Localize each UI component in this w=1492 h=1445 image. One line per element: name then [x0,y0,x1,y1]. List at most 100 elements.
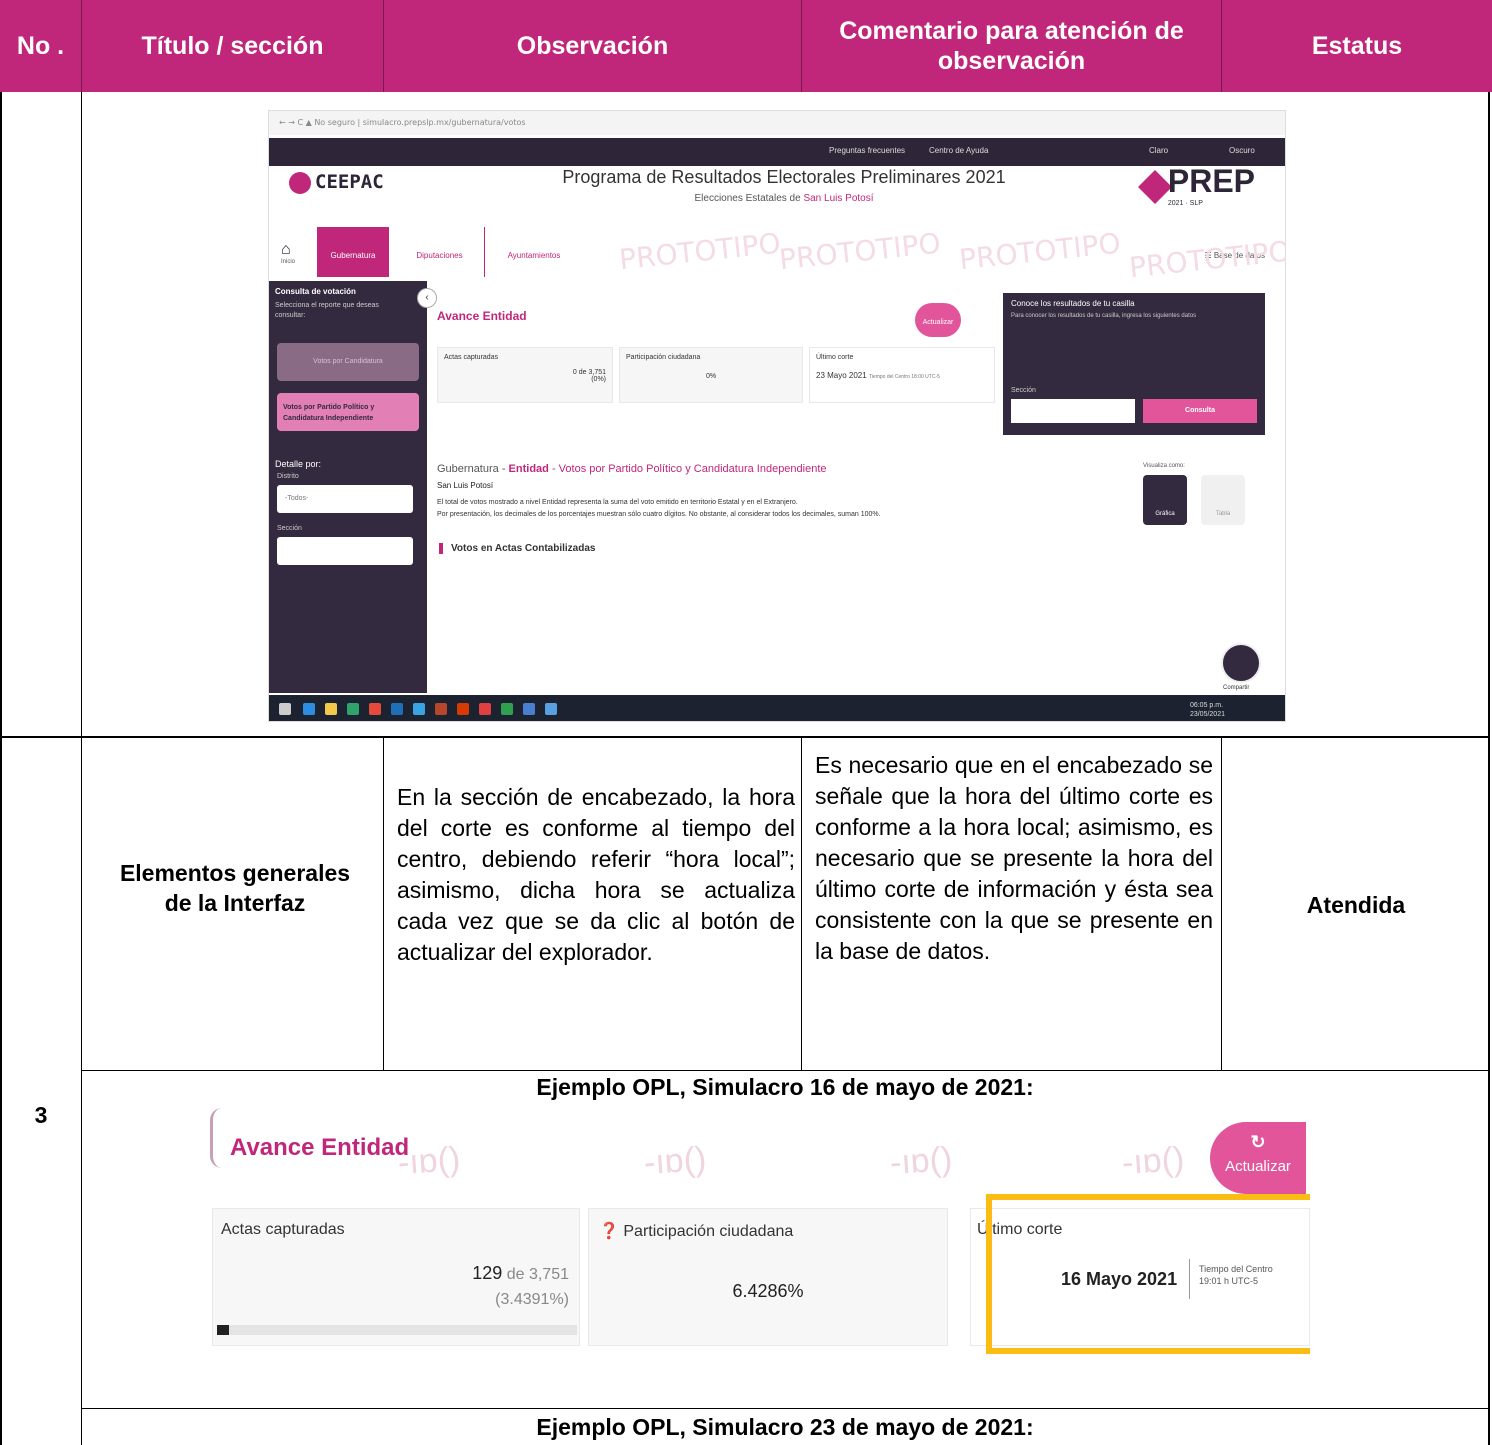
view-table-button: Tabla [1201,475,1245,525]
watermark-fragment: -ıɒ() [888,1139,954,1183]
site-topbar: Preguntas frecuentes Centro de Ayuda Cla… [269,138,1285,166]
grid-right [1488,92,1490,1445]
ultimo-corte-box: Último corte 23 Mayo 2021 Tiempo del Cen… [809,347,995,403]
highlight-box [986,1194,1310,1354]
ultimo-corte-label: Último corte [816,354,854,361]
taskbar-date: 23/05/2021 [1189,711,1225,718]
row-comment: Es necesario que en el encabezado se señ… [815,752,1213,964]
explanation: El total de votos mostrado a nivel Entid… [437,497,1077,521]
tab-diputaciones: Diputaciones [395,227,485,277]
taskbar-time: 06:05 p.m. [1189,702,1224,709]
watermark-fragment: -ıɒ() [642,1139,708,1183]
casilla-card-title: Conoce los resultados de tu casilla [1011,299,1135,308]
actas-capturadas-label: Actas capturadas [221,1221,345,1238]
ceepac-logo-text: CEEPAC [315,171,384,193]
taskbar-app-icon [545,703,557,715]
watermark-fragment: -ıɒ() [1120,1139,1186,1183]
row-title: Elementos generales de la Interfaz [119,860,351,916]
ceepac-logo-mark [289,171,311,194]
home-icon: ⌂ Inicio [281,241,296,265]
taskbar-app-icon [347,703,359,715]
header-status-label: Estatus [1311,32,1403,60]
subtitle-prefix: Elecciones Estatales de [694,193,804,204]
panel-edge [210,1108,222,1168]
sidebar-hint: Selecciona el reporte que deseas consult… [275,302,379,319]
subtitle-place: San Luis Potosí [803,193,874,204]
header-no-label: No . [16,32,65,60]
distrito-label: Distrito [277,473,299,480]
grid-row-sep [0,736,1490,738]
header-status: Estatus [1222,0,1492,92]
tab-ayuntamientos: Ayuntamientos [507,251,561,260]
sidebar: Consulta de votación Selecciona el repor… [269,281,427,693]
sidebar-heading: Consulta de votación [275,287,356,296]
gubernatura-heading-a: Gubernatura - [437,463,509,475]
taskbar-app-icon [457,703,469,715]
taskbar-app-icon [325,703,337,715]
site-subtitle: Elecciones Estatales de San Luis Potosí [469,193,1099,204]
dark-mode-label: Oscuro [1229,146,1255,155]
row-observation: En la sección de encabezado, la hora del… [397,784,795,965]
share-icon [1221,643,1261,683]
row-number: 3 [34,1102,48,1128]
ultimo-corte-row: 23 Mayo 2021 Tiempo del Centro 18:00 UTC… [816,371,988,380]
actas-capturadas-pct: (3.4391%) [495,1291,569,1308]
casilla-seccion-input [1011,399,1135,423]
header-comment-label: Comentario para atención de observación [839,17,1184,75]
taskbar-app-icon [369,703,381,715]
view-chart-button: Gráfica [1143,475,1187,525]
home-label: Inicio [281,259,296,265]
taskbar-app-icon [523,703,535,715]
windows-start-icon [279,703,291,715]
ceepac-logo: CEEPAC [289,171,384,194]
actas-pct: (0%) [591,376,606,383]
row-status: Atendida [1306,892,1406,918]
prep-logo-text: PREP [1167,163,1255,199]
ultimo-corte-tz: Tiempo del Centro 18:00 UTC-5 [868,374,940,380]
header-observation: Observación [384,0,802,92]
taskbar-app-icon [303,703,315,715]
actas-count: 129 [472,1263,503,1283]
actas-value: 0 de 3,751 [572,369,606,376]
taskbar-app-icon [501,703,513,715]
visualiza-label: Visualiza como: [1143,463,1185,469]
participacion-label-text: Participación ciudadana [623,1223,794,1240]
view-chart-label: Gráfica [1155,511,1175,517]
refresh-icon: ↻ [1250,1132,1266,1152]
refresh-button: Actualizar [915,303,961,337]
actas-label: Actas capturadas [444,354,499,361]
actas-progress-fill [217,1325,230,1335]
taskbar-clock: 06:05 p.m. 23/05/2021 [1190,701,1225,719]
share-label: Compartir [1223,685,1250,691]
actas-progress-track [217,1325,577,1335]
gubernatura-heading: Gubernatura - Entidad - Votos por Partid… [437,463,827,475]
help-link: Centro de Ayuda [929,146,989,155]
screenshot-avance-entidad: Avance Entidad -ıɒ() -ıɒ() -ıɒ() -ıɒ() ↻… [210,1108,1310,1358]
faq-link: Preguntas frecuentes [829,146,906,155]
refresh-label: Actualizar [1225,1158,1291,1175]
site-title: Programa de Resultados Electorales Preli… [562,167,1006,187]
participacion-value: 0% [705,373,717,380]
collapse-sidebar-icon: ‹ [417,288,437,308]
participacion-value: 6.4286% [732,1281,804,1301]
casilla-consulta-button: Consulta [1143,399,1257,423]
casilla-card: Conoce los resultados de tu casilla Para… [1003,293,1265,435]
sidebar-button-candidatura: Votos por Candidatura [277,343,419,381]
grid-left [0,92,2,1445]
distrito-select: -Todos- [277,485,413,513]
taskbar-app-icon [413,703,425,715]
gubernatura-heading-c: - Votos por Partido Político y Candidatu… [548,463,827,475]
participacion-label: ❓ Participación ciudadana [599,1223,794,1240]
explanation-line-1: El total de votos mostrado a nivel Entid… [437,499,798,506]
avance-entidad-title: Avance Entidad [230,1134,410,1161]
actas-capturadas-box: Actas capturadas 129 de 3,751 (3.4391%) [212,1208,580,1346]
screenshot-prep-site: ← → C ▲ No seguro | simulacro.prepslp.mx… [268,110,1286,722]
seccion-select [277,537,413,565]
tab-gubernatura: Gubernatura [317,227,389,277]
casilla-card-hint: Para conocer los resultados de tu casill… [1011,313,1197,319]
prep-logo: PREP 2021 · SLP [1168,163,1255,207]
participacion-box: ❓ Participación ciudadana 6.4286% [588,1208,948,1346]
participacion-label: Participación ciudadana [626,354,701,361]
taskbar-app-icon [479,703,491,715]
explanation-line-2: Por presentación, los decimales de los p… [437,511,881,518]
